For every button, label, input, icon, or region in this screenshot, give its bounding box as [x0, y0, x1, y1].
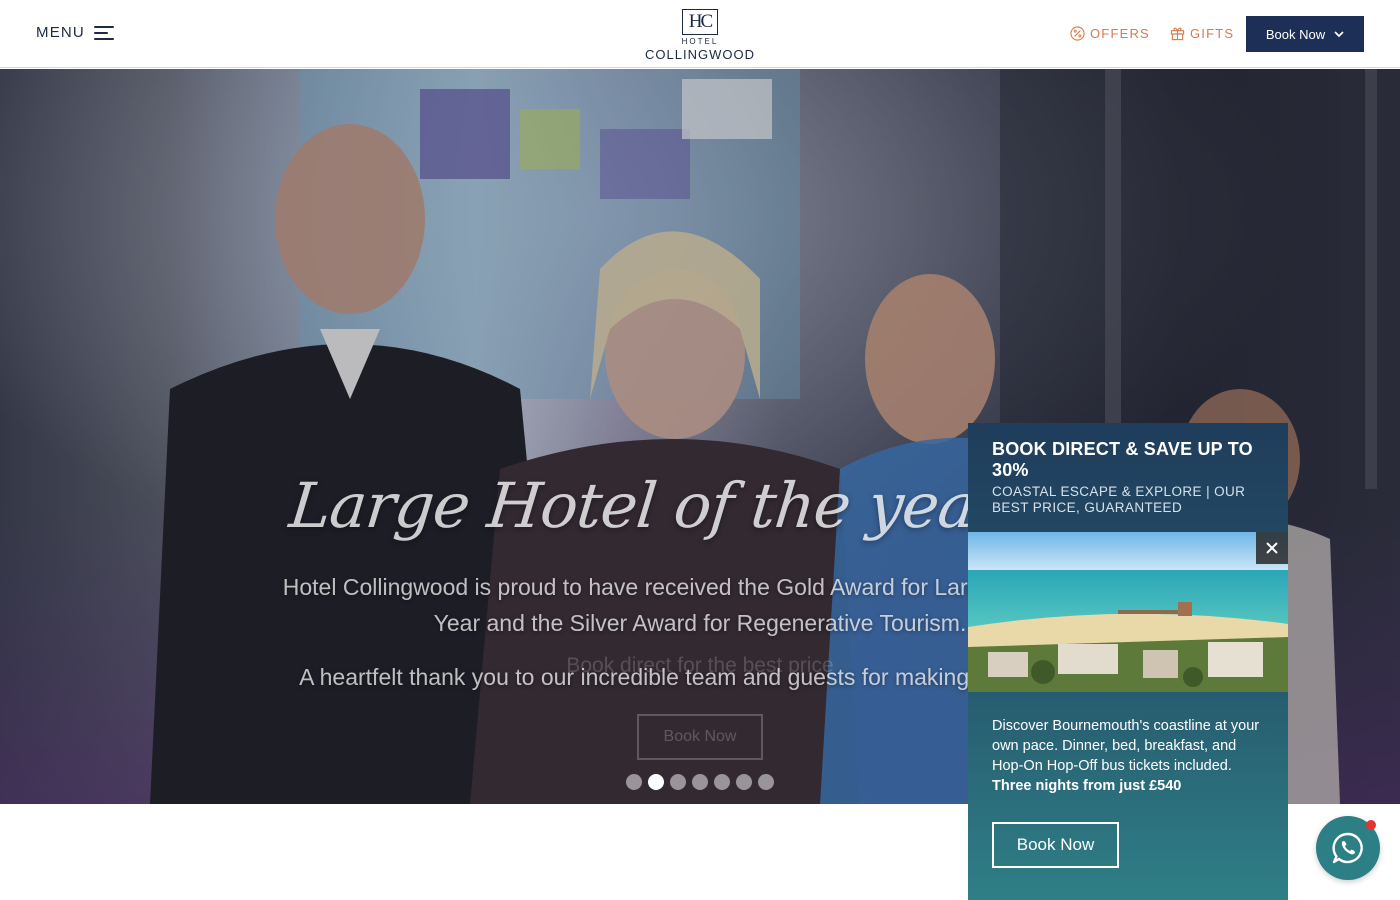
slider-dot[interactable]: [692, 774, 708, 790]
logo-small-text: HOTEL: [681, 37, 719, 46]
popup-book-now-button[interactable]: Book Now: [992, 822, 1119, 868]
book-now-header-button[interactable]: Book Now: [1246, 16, 1364, 52]
hotel-logo[interactable]: HC HOTEL COLLINGWOOD: [645, 9, 755, 62]
percent-icon: [1070, 26, 1085, 41]
slider-dot[interactable]: [626, 774, 642, 790]
slider-dot[interactable]: [736, 774, 752, 790]
close-icon: [1266, 542, 1278, 554]
offer-popup: BOOK DIRECT & SAVE UP TO 30% COASTAL ESC…: [968, 423, 1288, 900]
menu-button[interactable]: MENU: [36, 24, 114, 41]
whatsapp-icon: [1332, 832, 1363, 864]
notification-badge: [1366, 820, 1376, 830]
offers-label: OFFERS: [1090, 26, 1150, 41]
hamburger-icon: [93, 25, 114, 40]
popup-body-price: Three nights from just £540: [992, 778, 1182, 794]
hero-book-now-button[interactable]: Book Now: [637, 714, 763, 760]
popup-title: BOOK DIRECT & SAVE UP TO 30%: [992, 439, 1253, 480]
slider-dots: [626, 774, 780, 790]
slider-dot[interactable]: [714, 774, 730, 790]
book-now-label: Book Now: [1265, 26, 1326, 42]
site-header: MENU HC HOTEL COLLINGWOOD OFFERS GIFTS B…: [0, 0, 1400, 68]
gifts-label: GIFTS: [1190, 26, 1235, 41]
slider-dot[interactable]: [670, 774, 686, 790]
chevron-down-icon: [1334, 30, 1344, 37]
gift-icon: [1170, 27, 1185, 41]
coastline-image: [968, 532, 1288, 692]
popup-body: Discover Bournemouth's coastline at your…: [992, 716, 1267, 796]
gifts-link[interactable]: GIFTS: [1170, 26, 1234, 41]
offers-link[interactable]: OFFERS: [1070, 26, 1150, 41]
logo-name: COLLINGWOOD: [645, 47, 755, 62]
slider-dot-active[interactable]: [648, 774, 664, 790]
popup-body-text: Discover Bournemouth's coastline at your…: [992, 718, 1260, 774]
popup-close-button[interactable]: [1256, 532, 1288, 564]
popup-subtitle: COASTAL ESCAPE & EXPLORE | OUR BEST PRIC…: [992, 484, 1246, 515]
slider-dot[interactable]: [758, 774, 774, 790]
logo-monogram: HC: [682, 9, 718, 35]
menu-label: MENU: [36, 24, 85, 41]
